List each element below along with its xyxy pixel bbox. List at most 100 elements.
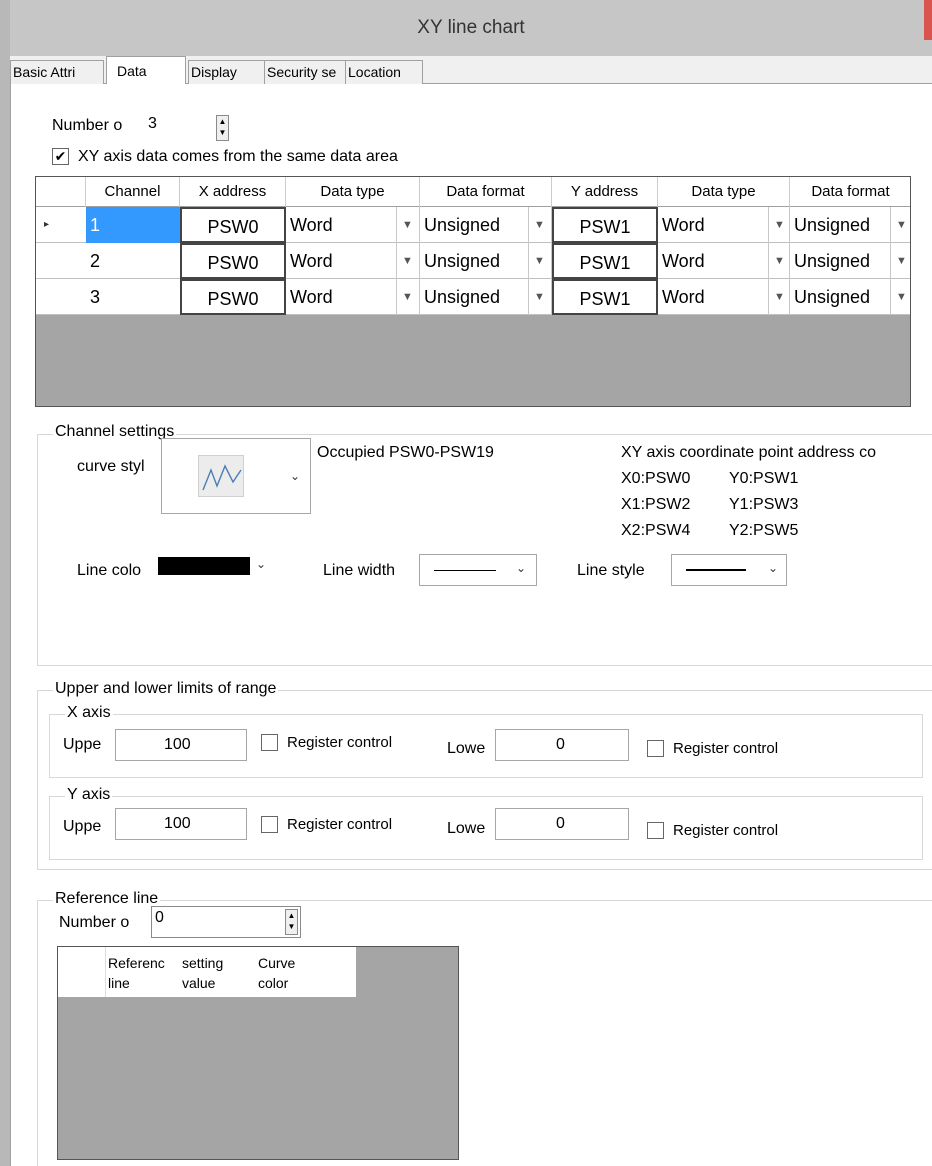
- table-row[interactable]: 3 PSW0 Word ▼ Unsigned ▼ PSW1 Word ▼ Uns…: [36, 279, 910, 315]
- tab-location[interactable]: Location: [345, 60, 423, 84]
- x-lower-input[interactable]: 0: [495, 729, 629, 761]
- reference-count-value: 0: [155, 909, 164, 926]
- chevron-down-icon[interactable]: ▼: [396, 243, 418, 279]
- line-graph-icon: [198, 455, 244, 497]
- chevron-down-icon[interactable]: ▼: [396, 207, 418, 243]
- channel-cell[interactable]: 2: [86, 243, 180, 279]
- tab-security-settings[interactable]: Security se: [264, 60, 346, 84]
- chevron-down-icon[interactable]: ⌄: [516, 561, 526, 575]
- row-header-corner: [36, 177, 86, 207]
- y-data-type-value: Word: [662, 215, 705, 235]
- line-color-swatch: [158, 557, 250, 575]
- channel-table: Channel X address Data type Data format …: [35, 176, 911, 407]
- y-data-format-value: Unsigned: [794, 287, 871, 307]
- x-upper-register-checkbox[interactable]: [261, 734, 278, 751]
- y-lower-register-label: Register control: [673, 822, 779, 839]
- data-tab-panel: Number o 3 ▲ ▼ ✔ XY axis data comes from …: [10, 84, 932, 1166]
- same-area-checkbox[interactable]: ✔: [52, 148, 69, 165]
- chevron-down-icon[interactable]: ▼: [528, 279, 550, 315]
- line-color-select[interactable]: ⌄: [157, 554, 279, 578]
- x-upper-register-label: Register control: [287, 734, 393, 751]
- column-header: setting value: [182, 955, 224, 991]
- column-header: Data format: [420, 177, 552, 207]
- y-axis-title: Y axis: [65, 786, 113, 804]
- row-indicator: [36, 243, 86, 279]
- y-lower-input[interactable]: 0: [495, 808, 629, 840]
- x-axis-title: X axis: [65, 704, 113, 722]
- column-header: Data type: [658, 177, 790, 207]
- column-header: X address: [180, 177, 286, 207]
- column-header: Data format: [790, 177, 910, 207]
- table-row[interactable]: 2 PSW0 Word ▼ Unsigned ▼ PSW1 Word ▼ Uns…: [36, 243, 910, 279]
- window-frame: [0, 0, 10, 1166]
- channel-count-spinner[interactable]: 3 ▲ ▼: [144, 112, 246, 142]
- occupied-range: Occupied PSW0-PSW19: [317, 444, 494, 461]
- chevron-down-icon[interactable]: ▼: [768, 243, 790, 279]
- window-title: XY line chart: [417, 17, 525, 38]
- line-width-select[interactable]: ⌄: [419, 554, 537, 586]
- chevron-down-icon[interactable]: ⌄: [290, 469, 300, 483]
- x-upper-input[interactable]: 100: [115, 729, 247, 761]
- y-data-format-value: Unsigned: [794, 251, 871, 271]
- channel-settings-title: Channel settings: [53, 423, 177, 441]
- spinner-arrows-icon[interactable]: ▲ ▼: [216, 115, 229, 141]
- chevron-down-icon[interactable]: ⌄: [256, 557, 266, 571]
- x-address-cell[interactable]: PSW0: [180, 207, 286, 243]
- table-header: Referenc line setting value Curve color: [58, 947, 356, 997]
- close-button[interactable]: [924, 0, 932, 40]
- x-address-cell[interactable]: PSW0: [180, 279, 286, 315]
- line-style-select[interactable]: ⌄: [671, 554, 787, 586]
- y-upper-register-label: Register control: [287, 816, 393, 833]
- column-header: Curve color: [258, 955, 296, 991]
- y-upper-value: 100: [164, 815, 191, 832]
- chevron-down-icon[interactable]: ⌄: [768, 561, 778, 575]
- chevron-down-icon[interactable]: ▼: [768, 279, 790, 315]
- x-data-format-value: Unsigned: [424, 215, 501, 235]
- title-bar: XY line chart: [10, 0, 932, 56]
- line-color-label: Line colo: [77, 562, 142, 579]
- channel-count-value: 3: [148, 115, 157, 132]
- y-lower-register-checkbox[interactable]: [647, 822, 664, 839]
- same-area-label: XY axis data comes from the same data ar…: [78, 148, 398, 165]
- channel-cell[interactable]: 1: [86, 207, 180, 243]
- x-upper-label: Uppe: [63, 736, 102, 753]
- table-row[interactable]: ▸ 1 PSW0 Word ▼ Unsigned ▼ PSW1 Word ▼ U…: [36, 207, 910, 243]
- line-width-preview: [434, 570, 496, 571]
- tab-data[interactable]: Data: [106, 56, 186, 85]
- chevron-down-icon[interactable]: ▼: [768, 207, 790, 243]
- curve-style-select[interactable]: ⌄: [161, 438, 311, 514]
- column-header: Referenc line: [108, 955, 165, 991]
- chevron-down-icon[interactable]: ▼: [528, 207, 550, 243]
- y-address-cell[interactable]: PSW1: [552, 207, 658, 243]
- chevron-down-icon[interactable]: ▼: [890, 279, 910, 315]
- x-data-type-value: Word: [290, 251, 333, 271]
- chevron-down-icon[interactable]: ▼: [890, 207, 910, 243]
- chevron-down-icon[interactable]: ▼: [396, 279, 418, 315]
- reference-count-spinner[interactable]: 0 ▲ ▼: [151, 906, 301, 938]
- column-header: Y address: [552, 177, 658, 207]
- column-header: Data type: [286, 177, 420, 207]
- y-upper-register-checkbox[interactable]: [261, 816, 278, 833]
- chevron-down-icon[interactable]: ▼: [890, 243, 910, 279]
- coord-y0: Y0:PSW1: [729, 470, 799, 487]
- y-address-cell[interactable]: PSW1: [552, 243, 658, 279]
- chevron-down-icon[interactable]: ▼: [528, 243, 550, 279]
- tab-display[interactable]: Display: [188, 60, 266, 84]
- line-width-label: Line width: [323, 562, 396, 579]
- coord-x0: X0:PSW0: [621, 470, 691, 487]
- spinner-arrows-icon[interactable]: ▲ ▼: [285, 909, 298, 935]
- y-address-cell[interactable]: PSW1: [552, 279, 658, 315]
- x-upper-value: 100: [164, 736, 191, 753]
- channel-cell[interactable]: 3: [86, 279, 180, 315]
- x-lower-label: Lowe: [447, 740, 486, 757]
- coord-y2: Y2:PSW5: [729, 522, 799, 539]
- y-upper-label: Uppe: [63, 818, 102, 835]
- tab-basic-attributes[interactable]: Basic Attri: [10, 60, 104, 84]
- reference-count-label: Number o: [59, 914, 130, 931]
- x-address-cell[interactable]: PSW0: [180, 243, 286, 279]
- y-upper-input[interactable]: 100: [115, 808, 247, 840]
- x-lower-register-checkbox[interactable]: [647, 740, 664, 757]
- coordinate-address-title: XY axis coordinate point address co: [621, 444, 876, 461]
- reference-line-title: Reference line: [53, 890, 161, 908]
- y-lower-label: Lowe: [447, 820, 486, 837]
